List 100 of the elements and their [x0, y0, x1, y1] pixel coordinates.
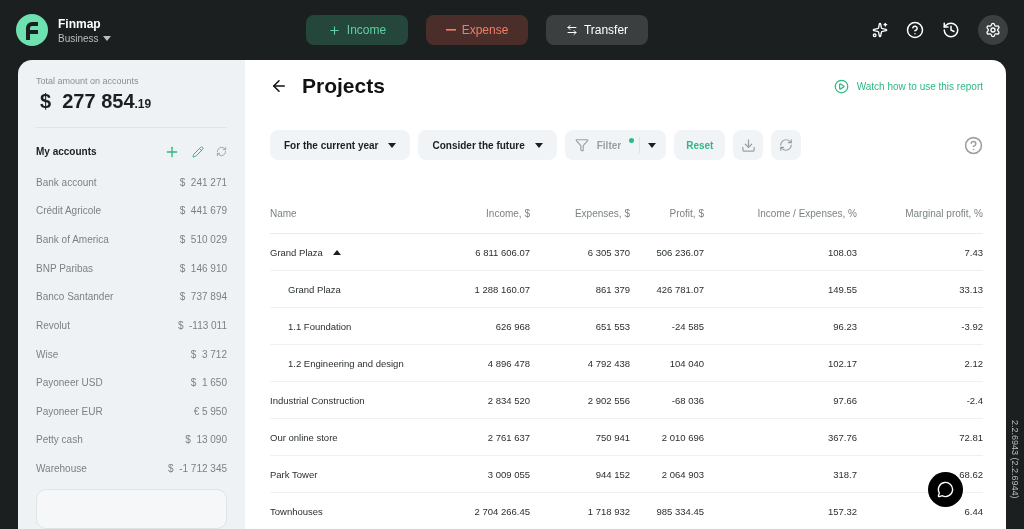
- project-name: Park Tower: [270, 468, 318, 480]
- account-balance: € 5 950: [193, 405, 227, 417]
- table-value: 157.32: [827, 505, 857, 517]
- table-value: 750 941: [595, 431, 630, 443]
- account-balance: $ -113 011: [177, 319, 227, 331]
- project-name: Our online store: [270, 431, 338, 443]
- project-name: Industrial Construction: [270, 394, 365, 406]
- arrows-icon: [565, 24, 578, 36]
- account-balance: $ 241 271: [179, 176, 227, 188]
- account-name[interactable]: BNP Paribas: [36, 262, 94, 274]
- account-balance: $ 441 679: [179, 205, 227, 217]
- account-balance: $ 13 090: [185, 434, 227, 446]
- table-value: 2 761 637: [487, 431, 530, 443]
- settings-icon: [985, 22, 1001, 38]
- column-header: Expenses, $: [530, 194, 630, 234]
- plus-icon: [327, 23, 341, 37]
- account-balance: $ 3 712: [190, 348, 227, 360]
- reset-button[interactable]: Reset: [674, 130, 726, 160]
- project-name[interactable]: Grand Plaza: [270, 246, 323, 258]
- total-amount: $ 277 854.19: [40, 90, 153, 113]
- table-value: 6 305 370: [587, 246, 630, 258]
- table-value: 72.81: [959, 431, 983, 443]
- table-value: 318.7: [833, 468, 857, 480]
- account-name[interactable]: Bank of America: [36, 234, 109, 245]
- history-icon[interactable]: [942, 21, 960, 39]
- accounts-title: My accounts: [36, 146, 98, 158]
- video-link[interactable]: Watch how to use this report: [833, 78, 983, 94]
- table-value: 2 010 696: [661, 431, 704, 443]
- filter-button[interactable]: Filter: [564, 130, 667, 160]
- column-header: Name: [270, 194, 440, 234]
- table-value: 2 704 266.45: [474, 505, 530, 517]
- table-value: 4 896 478: [487, 357, 530, 369]
- account-name[interactable]: Crédit Agricole: [36, 205, 102, 217]
- transfer-button[interactable]: Transfer: [546, 15, 648, 45]
- account-name[interactable]: Bank account: [36, 176, 97, 188]
- account-name[interactable]: Wise: [36, 348, 59, 360]
- column-header: Income, $: [440, 194, 530, 234]
- back-icon[interactable]: [270, 77, 288, 95]
- expense-button[interactable]: Expense: [426, 15, 528, 45]
- table-value: -24 585: [671, 320, 704, 332]
- table-value: 102.17: [827, 357, 857, 369]
- column-header: Income / Expenses, %: [704, 194, 857, 234]
- account-name[interactable]: Petty cash: [36, 434, 83, 446]
- table-value: 367.76: [827, 431, 857, 443]
- column-header: Profit, $: [630, 194, 704, 234]
- table-value: 108.03: [827, 246, 857, 258]
- account-name[interactable]: Payoneer EUR: [36, 405, 103, 417]
- table-value: 6.44: [964, 505, 983, 517]
- table-value: 626 968: [495, 320, 530, 332]
- account-name[interactable]: Warehouse: [36, 463, 87, 474]
- table-value: 4 792 438: [587, 357, 630, 369]
- caret-icon: [388, 142, 397, 148]
- table-value: 7.43: [964, 246, 983, 258]
- total-label: Total amount on accounts: [36, 76, 140, 86]
- table-value: -2.4: [966, 394, 983, 406]
- account-balance: $ 737 894: [179, 291, 227, 303]
- chat-icon: [937, 481, 954, 498]
- logo-icon: [16, 14, 48, 46]
- table-value: 1 718 932: [587, 505, 630, 517]
- table-value: 104 040: [669, 357, 704, 369]
- table-value: 33.13: [959, 283, 983, 295]
- table-value: 2 064 903: [661, 468, 704, 480]
- app-name: Finmap: [58, 16, 102, 31]
- income-button[interactable]: Income: [306, 15, 408, 45]
- download-icon: [740, 137, 756, 153]
- sparkles-icon[interactable]: [872, 22, 888, 38]
- workspace-selector[interactable]: Business: [58, 32, 111, 44]
- table-value: 985 334.45: [656, 505, 704, 517]
- period-dropdown[interactable]: Consider the future: [418, 130, 557, 160]
- caret-icon: [534, 142, 543, 148]
- table-value: 944 152: [595, 468, 630, 480]
- account-balance: $ -1 712 345: [168, 463, 227, 474]
- caret-icon: [102, 35, 111, 41]
- caret-icon: [648, 142, 657, 148]
- table-value: 1 288 160.07: [474, 283, 530, 295]
- version-label: 2.2.6943 (2.2.6944): [1010, 420, 1020, 499]
- table-value: -3.92: [961, 320, 983, 332]
- minus-icon: [445, 29, 456, 31]
- table-value: 426 781.07: [656, 283, 704, 295]
- table-value: 2 902 556: [587, 394, 630, 406]
- table-value: 861 379: [595, 283, 630, 295]
- settings-button[interactable]: [978, 15, 1008, 45]
- play-icon: [833, 78, 849, 94]
- table-value: 3 009 055: [487, 468, 530, 480]
- account-name[interactable]: Banco Santander: [36, 291, 114, 303]
- table-value: 2 834 520: [487, 394, 530, 406]
- table-value: 651 553: [595, 320, 630, 332]
- filter-icon: [574, 138, 589, 152]
- account-name[interactable]: Payoneer USD: [36, 377, 103, 389]
- project-name: 1.2 Engineering and design: [288, 357, 404, 369]
- account-balance: $ 146 910: [179, 262, 227, 274]
- column-header: Marginal profit, %: [857, 194, 983, 234]
- table-value: 149.55: [827, 283, 857, 295]
- page-title: Projects: [302, 74, 385, 98]
- account-name[interactable]: Revolut: [36, 319, 70, 331]
- period-dropdown[interactable]: For the current year: [270, 130, 411, 160]
- project-name: 1.1 Foundation: [288, 320, 352, 332]
- table-value: 2.12: [964, 357, 983, 369]
- table-value: 506 236.07: [656, 246, 704, 258]
- table-value: 68.62: [959, 468, 983, 480]
